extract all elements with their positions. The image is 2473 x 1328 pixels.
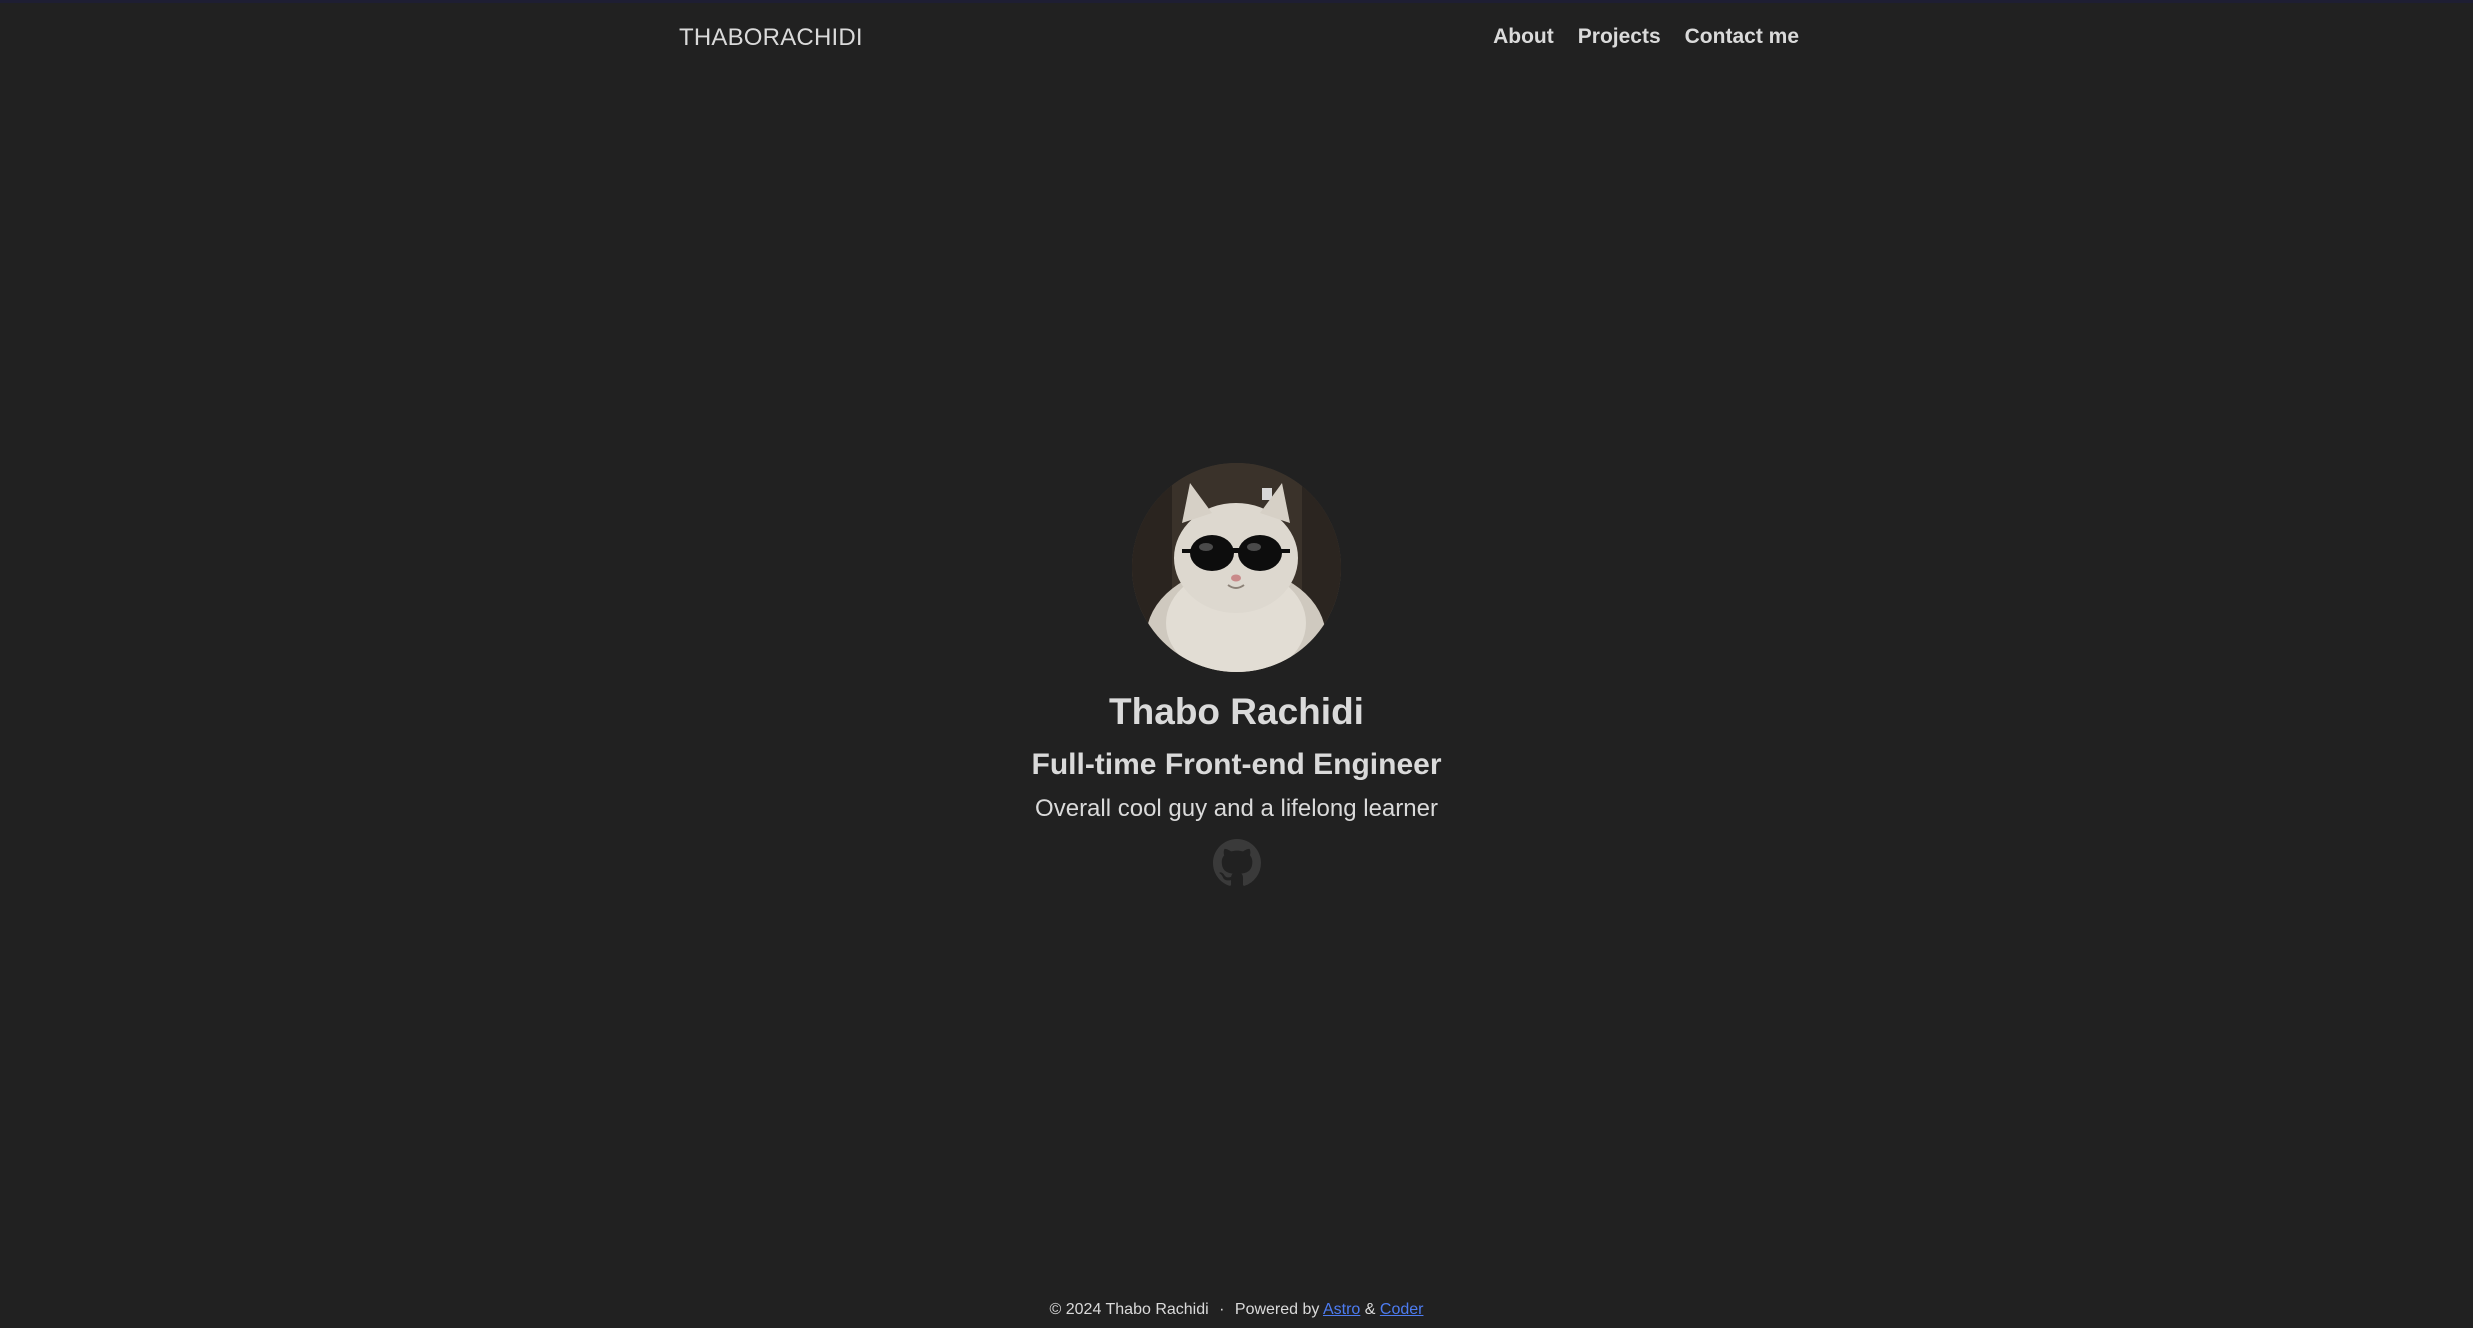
nav-menu: About Projects Contact me <box>1493 25 1799 49</box>
nav-item-about: About <box>1493 25 1554 49</box>
nav-link-projects[interactable]: Projects <box>1578 25 1661 48</box>
nav-link-contact[interactable]: Contact me <box>1685 25 1799 48</box>
github-icon <box>1212 839 1261 887</box>
footer-astro-link[interactable]: Astro <box>1323 1301 1360 1318</box>
footer-copyright: © 2024 Thabo Rachidi <box>1049 1301 1209 1318</box>
nav-link-about[interactable]: About <box>1493 25 1554 48</box>
avatar <box>1132 463 1341 672</box>
footer-powered-by: Powered by <box>1234 1301 1320 1318</box>
site-footer: © 2024 Thabo Rachidi · Powered by Astro … <box>0 1301 2473 1319</box>
nav-item-contact: Contact me <box>1685 25 1799 49</box>
footer-coder-link[interactable]: Coder <box>1380 1301 1424 1318</box>
footer-separator: · <box>1219 1301 1225 1318</box>
site-brand-link[interactable]: THABORACHIDI <box>679 24 863 52</box>
hero-section: Thabo Rachidi Full-time Front-end Engine… <box>0 463 2473 887</box>
github-link[interactable] <box>1212 839 1261 887</box>
hero-job-title: Full-time Front-end Engineer <box>1031 747 1442 781</box>
page: THABORACHIDI About Projects Contact me T… <box>0 0 2473 1328</box>
cat-sunglasses-image <box>1132 463 1341 672</box>
footer-ampersand: & <box>1364 1301 1376 1318</box>
top-navigation: THABORACHIDI About Projects Contact me <box>0 6 2473 68</box>
hero-name: Thabo Rachidi <box>1109 691 1364 732</box>
nav-item-projects: Projects <box>1578 25 1661 49</box>
hero-tagline: Overall cool guy and a lifelong learner <box>1035 794 1438 822</box>
